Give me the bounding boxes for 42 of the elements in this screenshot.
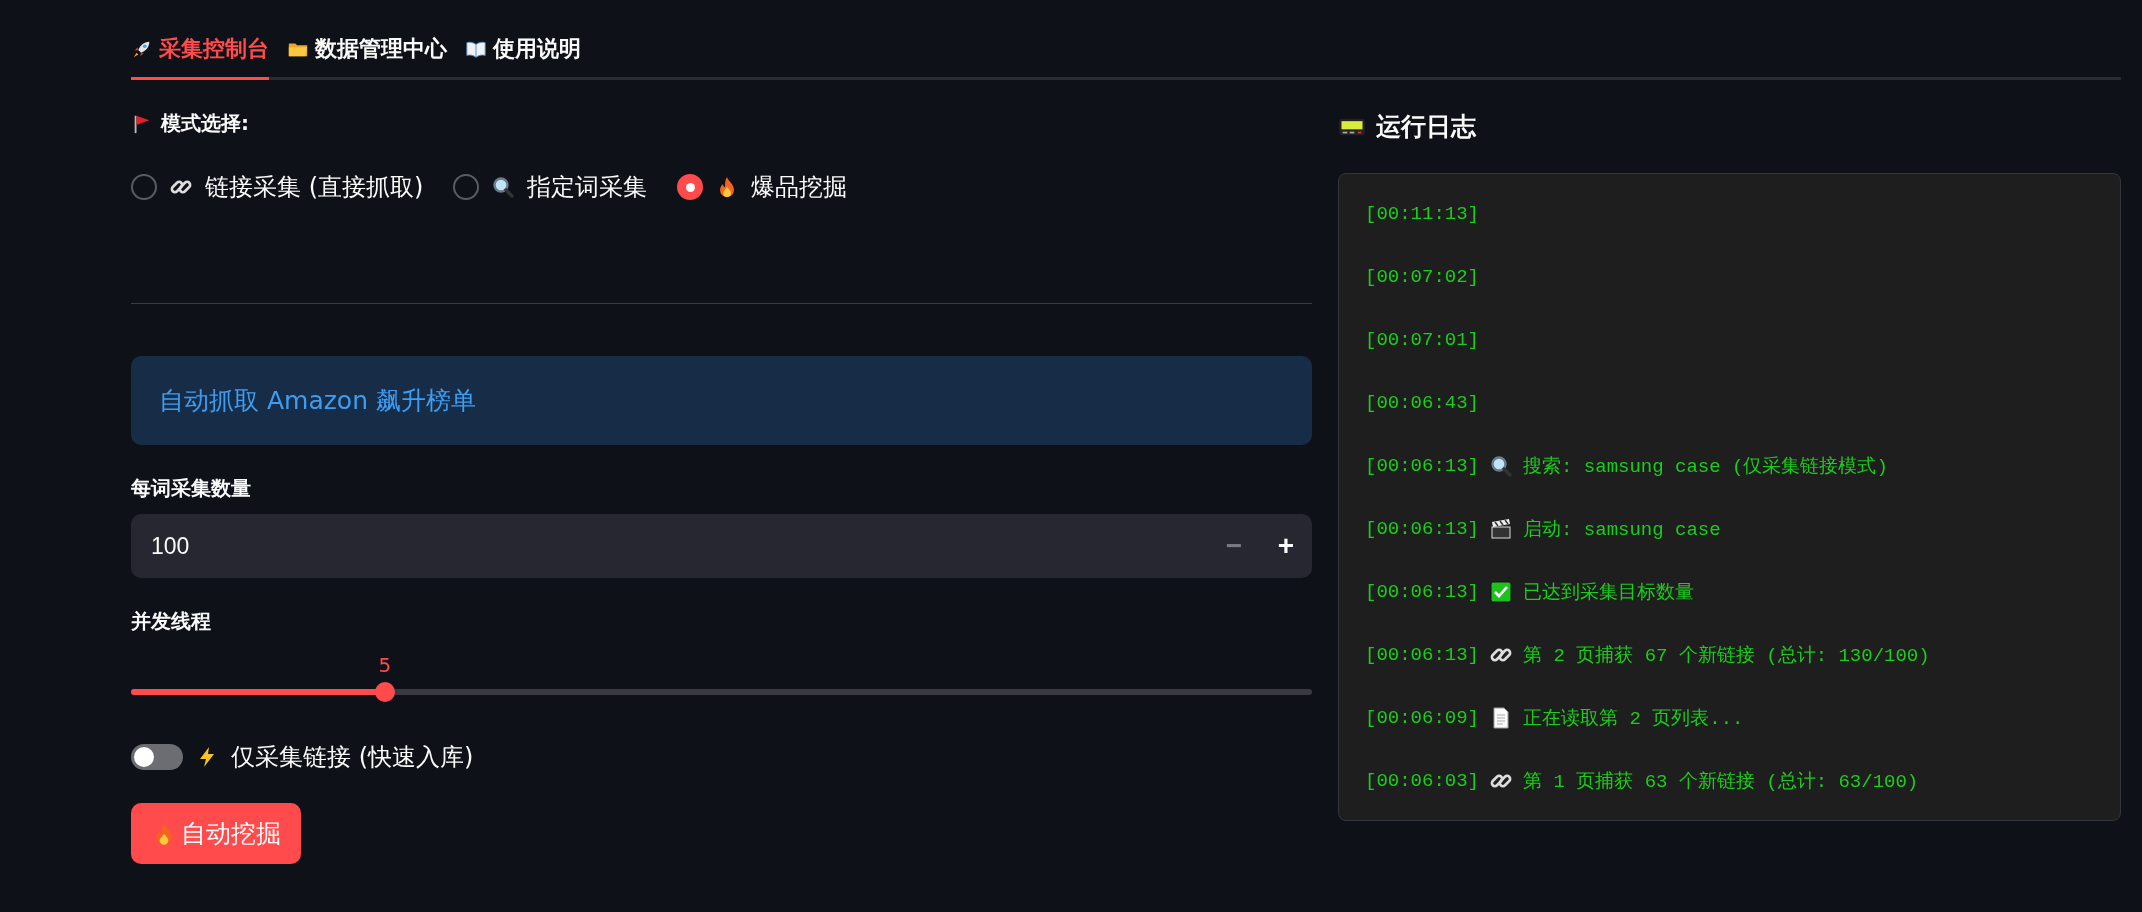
log-time: [00:06:13] — [1365, 517, 1480, 540]
log-time: [00:06:09] — [1365, 706, 1480, 729]
radio-label[interactable]: 链接采集 (直接抓取) — [205, 171, 424, 203]
log-message: 已达到采集目标数量 — [1523, 580, 1695, 605]
toggle-switch[interactable] — [131, 744, 183, 770]
tab[interactable]: 采集控制台 — [131, 34, 269, 80]
log-time: [00:11:13] — [1365, 202, 1480, 225]
radio-label[interactable]: 爆品挖掘 — [751, 171, 848, 203]
log-message: 第 1 页捕获 63 个新链接 (总计: 63/100) — [1523, 769, 1919, 794]
log-title: 运行日志 — [1376, 111, 1476, 143]
log-time: [00:07:02] — [1365, 265, 1480, 288]
number-field[interactable]: 100 − + — [131, 514, 1312, 578]
slider-value: 5 — [378, 653, 392, 677]
increment-button[interactable]: + — [1260, 529, 1312, 563]
log-time: [00:07:01] — [1365, 328, 1480, 351]
log-message: 搜索: samsung case (仅采集链接模式) — [1523, 454, 1888, 479]
log-time: [00:06:13] — [1365, 454, 1480, 477]
log-time: [00:06:03] — [1365, 769, 1480, 792]
mode-label: 模式选择: — [161, 110, 249, 137]
slider-label: 并发线程 — [131, 608, 212, 635]
clapperboard-icon — [1489, 516, 1514, 541]
number-input[interactable]: 100 — [131, 532, 1208, 560]
decrement-button[interactable]: − — [1208, 529, 1260, 563]
tab[interactable]: 使用说明 — [465, 34, 581, 80]
radio-button[interactable] — [131, 174, 157, 200]
radio-label[interactable]: 指定词采集 — [527, 171, 648, 203]
tab[interactable]: 数据管理中心 — [287, 34, 447, 80]
slider-thumb[interactable] — [374, 682, 395, 702]
toggle-label: 仅采集链接 (快速入库) — [231, 742, 474, 773]
log-time: [00:06:43] — [1365, 391, 1480, 414]
log-message: 启动: samsung case — [1523, 517, 1721, 542]
info-banner: 自动抓取 Amazon 飙升榜单 — [131, 356, 1312, 445]
field-label: 每词采集数量 — [131, 475, 252, 502]
search-icon — [1489, 453, 1514, 478]
log-time: [00:06:13] — [1365, 643, 1480, 666]
radio-button[interactable] — [453, 174, 480, 200]
log-message: 正在读取第 2 页列表... — [1523, 706, 1744, 731]
log-time: [00:06:13] — [1365, 580, 1480, 603]
log-message: 第 2 页捕获 67 个新链接 (总计: 130/100) — [1523, 643, 1930, 668]
check-icon — [1489, 579, 1514, 604]
search-icon — [491, 175, 516, 199]
radio-button[interactable] — [677, 174, 704, 200]
